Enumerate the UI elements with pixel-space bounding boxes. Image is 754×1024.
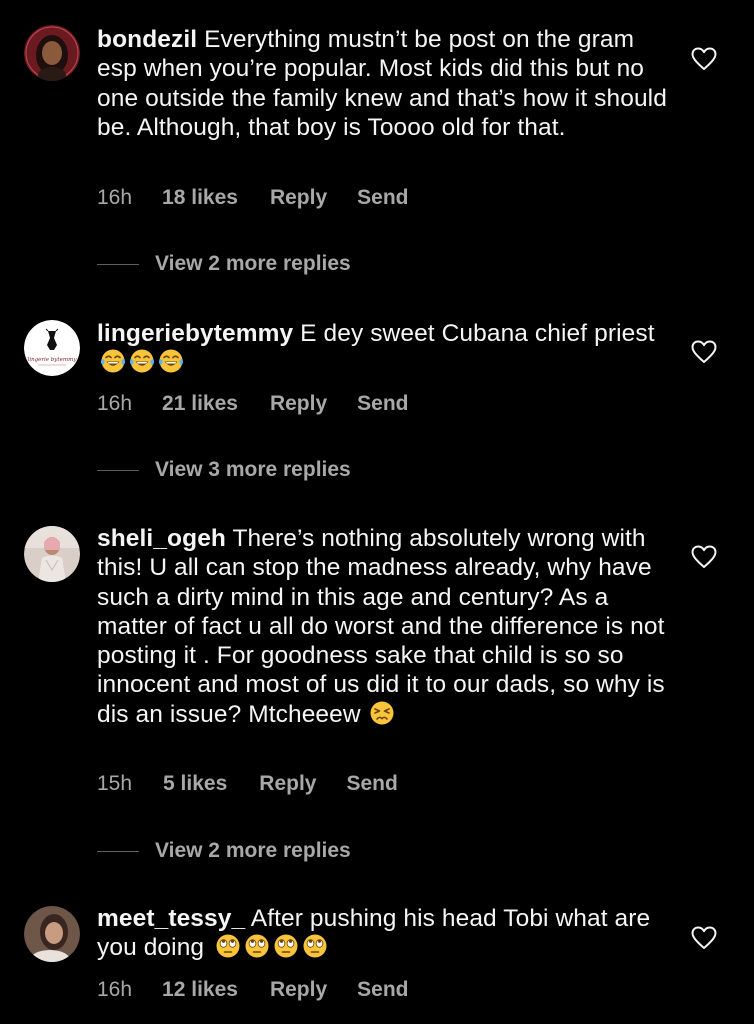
reply-button[interactable]: Reply (259, 772, 316, 796)
avatar-photo-icon (24, 526, 80, 582)
comment-text: sheli_ogeh There’s nothing absolutely wr… (97, 524, 667, 729)
heart-outline-icon[interactable] (691, 47, 717, 71)
view-replies-button[interactable]: View 3 more replies (97, 455, 351, 485)
heart-outline-icon[interactable] (691, 340, 717, 364)
timestamp: 16h (97, 978, 133, 1001)
comment-meta: 16h 12 likes Reply Send (97, 975, 408, 1005)
timestamp: 16h (97, 186, 133, 209)
comment-meta: 16h 21 likes Reply Send (97, 389, 408, 419)
likes-count[interactable]: 18 likes (162, 186, 238, 210)
send-button[interactable]: Send (357, 186, 408, 210)
view-replies-label: View 2 more replies (155, 839, 351, 862)
username[interactable]: lingeriebytemmy (97, 320, 293, 347)
username[interactable]: sheli_ogeh (97, 525, 226, 552)
avatar-sheli-ogeh[interactable] (24, 526, 80, 582)
username[interactable]: bondezil (97, 26, 197, 53)
view-replies-label: View 3 more replies (155, 458, 351, 481)
username[interactable]: meet_tessy_ (97, 905, 245, 932)
avatar-photo-icon (24, 906, 80, 962)
face-with-tears-of-joy-icon (101, 349, 125, 373)
likes-count[interactable]: 12 likes (162, 978, 238, 1002)
likes-count[interactable]: 21 likes (162, 392, 238, 416)
face-with-tears-of-joy-icon (159, 349, 183, 373)
face-with-tears-of-joy-icon (130, 349, 154, 373)
view-replies-label: View 2 more replies (155, 252, 351, 275)
comment-text: bondezil Everything mustn’t be post on t… (97, 25, 667, 142)
send-button[interactable]: Send (357, 978, 408, 1002)
send-button[interactable]: Send (346, 772, 397, 796)
send-button[interactable]: Send (357, 392, 408, 416)
face-with-rolling-eyes-icon (303, 934, 327, 958)
comment-text: lingeriebytemmy E dey sweet Cubana chief… (97, 319, 667, 378)
comment-meta: 15h 5 likes Reply Send (97, 769, 398, 799)
timestamp: 15h (97, 772, 133, 795)
reply-button[interactable]: Reply (270, 392, 327, 416)
avatar-photo-icon (24, 25, 80, 81)
reply-button[interactable]: Reply (270, 978, 327, 1002)
persevering-face-icon (370, 701, 394, 725)
comment-text: meet_tessy_ After pushing his head Tobi … (97, 904, 667, 963)
emoji-group (212, 934, 328, 961)
heart-outline-icon[interactable] (691, 926, 717, 950)
reply-button[interactable]: Reply (270, 186, 327, 210)
view-replies-button[interactable]: View 2 more replies (97, 249, 351, 279)
face-with-rolling-eyes-icon (274, 934, 298, 958)
heart-outline-icon[interactable] (691, 545, 717, 569)
avatar-meet-tessy[interactable] (24, 906, 80, 962)
avatar-lingeriebytemmy[interactable]: lingerie bytemmy (24, 320, 80, 376)
face-with-rolling-eyes-icon (216, 934, 240, 958)
comment-body: E dey sweet Cubana chief priest (300, 320, 655, 347)
logo-text: lingerie bytemmy (28, 357, 78, 363)
emoji-group (97, 349, 184, 376)
face-with-rolling-eyes-icon (245, 934, 269, 958)
timestamp: 16h (97, 392, 133, 415)
lingerie-logo-icon: lingerie bytemmy (24, 320, 80, 376)
replies-divider (97, 263, 139, 265)
replies-divider (97, 469, 139, 471)
replies-divider (97, 850, 139, 852)
comment-body: There’s nothing absolutely wrong with th… (97, 525, 665, 728)
likes-count[interactable]: 5 likes (163, 772, 227, 796)
comment-meta: 16h 18 likes Reply Send (97, 183, 408, 213)
view-replies-button[interactable]: View 2 more replies (97, 836, 351, 866)
avatar-bondezil[interactable] (24, 25, 80, 81)
